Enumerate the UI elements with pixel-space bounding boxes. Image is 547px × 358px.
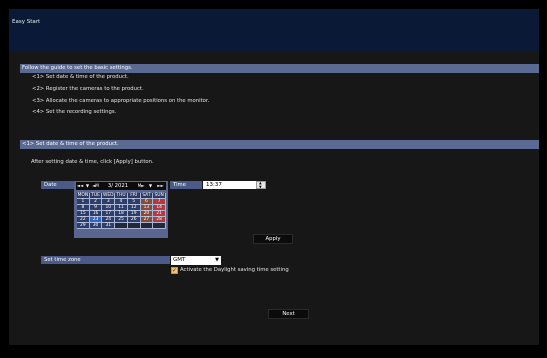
timezone-select[interactable]: GMT ▼: [171, 256, 221, 265]
next-month-button[interactable]: M►: [136, 182, 146, 190]
year-dropdown-button[interactable]: ▼: [84, 182, 91, 190]
next-button[interactable]: Next: [268, 309, 309, 319]
month-dropdown-button[interactable]: ▼: [146, 182, 155, 190]
guide-header: Follow the guide to set the basic settin…: [20, 64, 539, 73]
timezone-label: Set time zone: [41, 256, 170, 264]
apply-button[interactable]: Apply: [253, 234, 293, 244]
guide-step-3: <3> Allocate the cameras to appropriate …: [32, 98, 210, 104]
time-spinner[interactable]: ▲ ▼: [256, 181, 266, 189]
calendar-empty-cell: [127, 223, 141, 229]
calendar-month-year: 3/ 2021: [100, 182, 136, 190]
calendar-day[interactable]: 31: [102, 223, 116, 229]
section-header-date-time: <1> Set date & time of the product.: [20, 140, 539, 149]
instruction-text: After setting date & time, click [Apply]…: [31, 159, 154, 165]
spin-down-icon[interactable]: ▼: [259, 185, 262, 190]
calendar-nav-bar: ◄◄ ▼ ◄M 3/ 2021 M► ▼ ►►: [76, 182, 166, 190]
dst-label: Activate the Daylight saving time settin…: [180, 267, 289, 273]
date-label: Date: [41, 181, 74, 189]
guide-step-4: <4> Set the recording settings.: [32, 109, 117, 115]
window-title: Easy Start: [12, 19, 41, 25]
dropdown-arrow-icon[interactable]: ▼: [215, 256, 219, 264]
guide-step-1: <1> Set date & time of the product.: [32, 74, 129, 80]
timezone-value: GMT: [173, 257, 186, 263]
guide-step-2: <2> Register the cameras to the product.: [32, 86, 144, 92]
prev-year-button[interactable]: ◄◄: [76, 182, 84, 190]
calendar-empty-cell: [153, 223, 166, 229]
checkmark-icon: ✓: [172, 267, 178, 274]
calendar-day[interactable]: 30: [89, 223, 103, 229]
next-year-button[interactable]: ►►: [155, 182, 166, 190]
prev-month-button[interactable]: ◄M: [91, 182, 100, 190]
calendar-empty-cell: [115, 223, 128, 229]
calendar-grid: MON TUE WED THU FRI SAT SUN 1 2 3 4 5 6 7 8 9 10 11 12 13 14…: [77, 193, 166, 235]
calendar-empty-cell: [140, 223, 154, 229]
calendar-day[interactable]: 29: [77, 223, 90, 229]
dst-checkbox[interactable]: ✓: [171, 267, 178, 274]
time-label: Time: [170, 181, 202, 189]
time-input[interactable]: 13:37: [203, 181, 256, 189]
title-bar: Easy Start: [9, 9, 539, 51]
